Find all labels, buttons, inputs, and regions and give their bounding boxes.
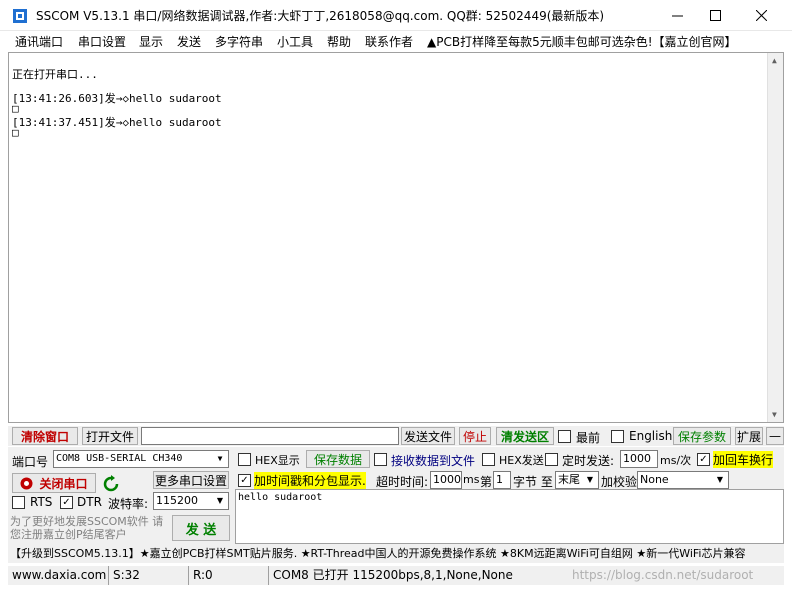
status-sent-count: S:32 <box>108 566 140 585</box>
chevron-down-icon: ▼ <box>216 496 224 505</box>
timeout-unit: ms <box>463 473 480 486</box>
baud-select[interactable]: 115200 ▼ <box>153 492 229 510</box>
app-icon <box>13 9 27 23</box>
clear-window-button[interactable]: 清除窗口 <box>12 427 78 445</box>
menu-help[interactable]: 帮助 <box>327 33 351 50</box>
expand-button[interactable]: 扩展 <box>735 427 763 445</box>
collapse-button[interactable]: — <box>766 427 784 445</box>
save-params-button[interactable]: 保存参数 <box>673 427 731 445</box>
timed-send-label: 定时发送: <box>562 454 615 468</box>
menu-pcb-ad[interactable]: ▲PCB打样降至每款5元顺丰包邮可选杂色!【嘉立创官网】 <box>427 33 737 50</box>
hex-display-label: HEX显示 <box>255 454 300 467</box>
menu-tools[interactable]: 小工具 <box>277 33 313 50</box>
close-port-button[interactable]: 关闭串口 <box>12 473 96 493</box>
clear-send-button[interactable]: 清发送区 <box>496 427 554 445</box>
receive-line: [13:41:26.603]发→◇hello sudaroot <box>12 92 222 105</box>
port-value: COM8 USB-SERIAL CH340 <box>56 453 183 464</box>
interval-unit: ms/次 <box>660 454 692 467</box>
watermark: https://blog.csdn.net/sudaroot <box>572 568 754 582</box>
menu-multi-string[interactable]: 多字符串 <box>215 33 263 50</box>
save-data-button[interactable]: 保存数据 <box>306 450 370 468</box>
stop-button[interactable]: 停止 <box>459 427 491 445</box>
menu-display[interactable]: 显示 <box>139 33 163 50</box>
status-recv-count: R:0 <box>188 566 213 585</box>
receive-line: 正在打开串口... <box>12 68 98 81</box>
chevron-down-icon: ▼ <box>586 475 594 484</box>
send-button[interactable]: 发 送 <box>172 515 230 541</box>
byte-label-b: 字节 至 <box>513 475 553 489</box>
menu-send[interactable]: 发送 <box>177 33 201 50</box>
close-button[interactable] <box>738 0 784 31</box>
add-crlf-label: 加回车换行 <box>713 451 774 468</box>
port-status-icon <box>20 477 33 489</box>
checksum-label: 加校验 <box>601 475 638 489</box>
checksum-select[interactable]: None ▼ <box>637 471 729 489</box>
scroll-down-icon[interactable]: ▼ <box>772 410 777 419</box>
status-bar: www.daxia.com S:32 R:0 COM8 已打开 115200bp… <box>8 566 784 585</box>
receive-line: □ <box>12 126 19 139</box>
window-title: SSCOM V5.13.1 串口/网络数据调试器,作者:大虾丁丁,2618058… <box>36 9 605 23</box>
vertical-scrollbar[interactable]: ▲ ▼ <box>767 53 783 422</box>
english-label: English <box>629 429 673 443</box>
menu-port[interactable]: 通讯端口 <box>15 33 63 50</box>
maximize-icon <box>709 10 721 21</box>
hex-send-checkbox[interactable] <box>482 453 495 466</box>
minimize-icon <box>671 15 683 17</box>
byte-to-value: 末尾 <box>558 473 580 486</box>
topmost-label: 最前 <box>576 431 601 445</box>
byte-label-a: 第 <box>480 475 493 489</box>
scroll-up-icon[interactable]: ▲ <box>772 56 777 65</box>
add-crlf-checkbox[interactable]: ✓ <box>697 453 710 466</box>
recv-to-file-checkbox[interactable] <box>374 453 387 466</box>
receive-line: [13:41:37.451]发→◇hello sudaroot <box>12 116 222 129</box>
hex-send-label: HEX发送 <box>499 454 544 467</box>
checksum-value: None <box>640 473 669 486</box>
timeout-input[interactable]: 1000 <box>430 471 462 489</box>
file-path-input[interactable] <box>141 427 399 445</box>
english-checkbox[interactable] <box>611 430 624 443</box>
topmost-checkbox[interactable] <box>558 430 571 443</box>
refresh-icon[interactable] <box>102 475 120 493</box>
rts-checkbox[interactable] <box>12 496 25 509</box>
close-icon <box>755 10 767 21</box>
more-settings-button[interactable]: 更多串口设置 <box>153 471 229 489</box>
rts-label: RTS <box>30 495 53 509</box>
baud-label: 波特率: <box>108 497 149 511</box>
promo-text[interactable]: 为了更好地发展SSCOM软件 请您注册嘉立创P结尾客户 <box>10 515 170 541</box>
port-label: 端口号 <box>12 455 49 469</box>
timestamp-checkbox[interactable]: ✓ <box>238 474 251 487</box>
maximize-button[interactable] <box>692 0 738 31</box>
close-port-label: 关闭串口 <box>39 476 88 491</box>
interval-input[interactable]: 1000 <box>620 450 658 468</box>
receive-area[interactable]: 正在打开串口... [13:41:26.603]发→◇hello sudaroo… <box>8 52 784 423</box>
timed-send-checkbox[interactable] <box>545 453 558 466</box>
status-port-state: COM8 已打开 115200bps,8,1,None,None <box>268 566 513 585</box>
baud-value: 115200 <box>156 494 198 507</box>
timestamp-label: 加时间戳和分包显示. <box>254 472 366 489</box>
byte-to-select[interactable]: 末尾 ▼ <box>555 471 599 489</box>
byte-from-input[interactable]: 1 <box>493 471 511 489</box>
chevron-down-icon: ▼ <box>217 454 223 463</box>
recv-to-file-label: 接收数据到文件 <box>391 454 476 468</box>
dtr-label: DTR <box>77 495 102 509</box>
menu-serial-settings[interactable]: 串口设置 <box>78 33 126 50</box>
timeout-label: 超时时间: <box>376 475 429 489</box>
toolbar: 清除窗口 打开文件 发送文件 停止 清发送区 最前 English 保存参数 扩… <box>8 426 784 446</box>
send-textarea[interactable]: hello sudaroot <box>235 489 784 544</box>
open-file-button[interactable]: 打开文件 <box>82 427 138 445</box>
status-site[interactable]: www.daxia.com <box>8 566 106 585</box>
chevron-down-icon: ▼ <box>716 475 724 484</box>
send-file-button[interactable]: 发送文件 <box>401 427 455 445</box>
menu-contact[interactable]: 联系作者 <box>365 33 413 50</box>
dtr-checkbox[interactable]: ✓ <box>60 496 73 509</box>
news-ticker[interactable]: 【升级到SSCOM5.13.1】★嘉立创PCB打样SMT贴片服务. ★RT-Th… <box>8 545 784 563</box>
port-select[interactable]: COM8 USB-SERIAL CH340 ▼ <box>53 450 229 468</box>
hex-display-checkbox[interactable] <box>238 453 251 466</box>
